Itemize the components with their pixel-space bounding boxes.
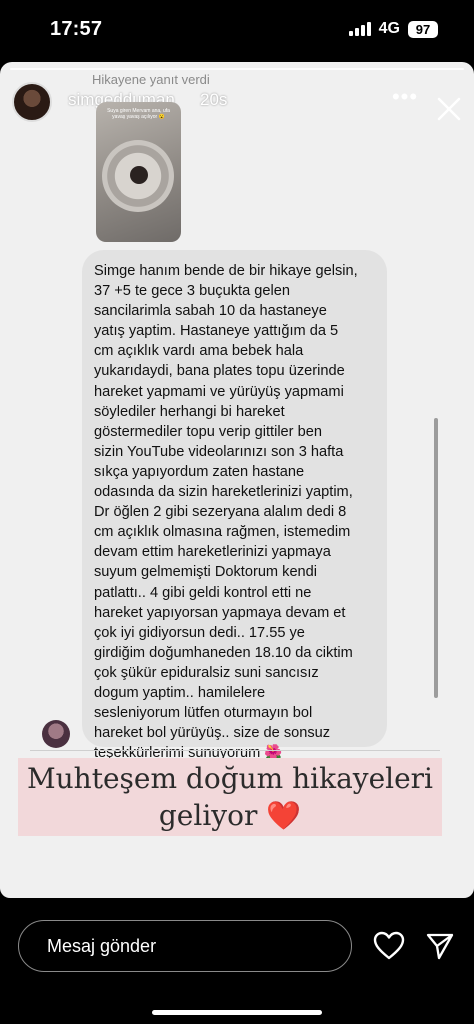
reply-label: Hikayene yanıt verdi	[92, 72, 210, 87]
story-thumbnail: Suya giren Mervam ana, ufa yavaş yavaş a…	[96, 102, 181, 242]
network-type: 4G	[378, 20, 400, 37]
story-progress-bar	[10, 68, 464, 70]
heart-icon[interactable]	[373, 931, 405, 961]
story-view[interactable]: simgedduman 20s ••• Hikayene yanıt verdi…	[0, 62, 474, 898]
divider	[30, 750, 440, 751]
story-time-ago: 20s	[200, 90, 228, 109]
spider-image	[130, 166, 148, 184]
close-icon[interactable]	[434, 94, 464, 124]
status-time: 17:57	[50, 18, 103, 40]
battery-icon: 97	[408, 20, 438, 38]
sender-avatar	[42, 720, 70, 748]
signal-icon	[348, 22, 371, 36]
status-indicators: 4G 97	[348, 20, 438, 38]
home-indicator	[152, 1010, 322, 1015]
banner: Muhteşem doğum hikayeleri geliyor ❤️	[18, 758, 442, 836]
avatar[interactable]	[12, 82, 52, 122]
bottom-bar: Mesaj gönder	[0, 898, 474, 1024]
scrollbar[interactable]	[434, 418, 438, 698]
status-bar: 17:57 4G 97	[0, 0, 474, 62]
story-header: simgedduman 20s •••	[0, 74, 474, 134]
message-text: Simge hanım bende de bir hikaye gelsin, …	[94, 263, 358, 762]
more-horizontal-icon[interactable]: •••	[390, 82, 420, 112]
thumbnail-caption: Suya giren Mervam ana, ufa yavaş yavaş a…	[107, 108, 170, 120]
banner-text: Muhteşem doğum hikayeleri geliyor ❤️	[26, 762, 434, 832]
message-input[interactable]: Mesaj gönder	[18, 920, 352, 972]
send-icon[interactable]	[425, 931, 455, 961]
message-bubble: Simge hanım bende de bir hikaye gelsin, …	[82, 250, 387, 761]
